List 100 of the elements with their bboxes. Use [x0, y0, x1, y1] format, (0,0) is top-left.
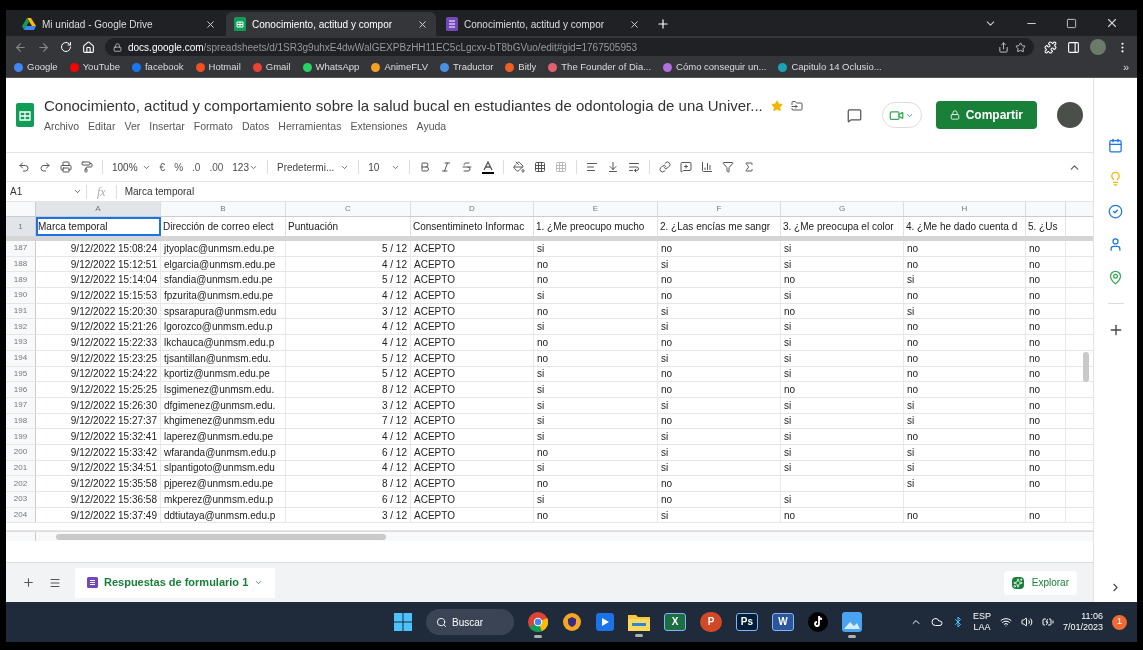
explore-button[interactable]: Explorar — [1003, 570, 1077, 595]
percent-button[interactable]: % — [174, 159, 184, 175]
star-icon[interactable] — [770, 100, 783, 113]
link-icon[interactable] — [659, 161, 672, 173]
app-tile-icon[interactable]: X — [663, 612, 686, 631]
search-field[interactable]: Buscar — [425, 609, 514, 635]
forward-icon[interactable] — [37, 40, 50, 54]
comment-icon[interactable] — [680, 161, 693, 173]
bookmark-link[interactable]: Gmail — [252, 60, 291, 75]
vertical-align-icon[interactable] — [607, 161, 620, 173]
name-box[interactable]: A1 — [6, 184, 86, 199]
bookmark-link[interactable]: Traductor — [440, 60, 494, 75]
volume-icon[interactable] — [1020, 616, 1033, 628]
menu-item[interactable]: Extensiones — [350, 119, 408, 136]
strikethrough-icon[interactable] — [461, 161, 474, 173]
zoom-dropdown[interactable]: 100% — [112, 159, 151, 175]
start-icon[interactable] — [393, 613, 412, 631]
app-round-icon[interactable]: P — [699, 611, 722, 632]
font-size-dropdown[interactable]: 10 — [368, 159, 401, 175]
decrease-decimals-button[interactable]: .0 — [192, 159, 201, 175]
extensions-icon[interactable] — [1044, 40, 1057, 54]
print-icon[interactable] — [60, 161, 72, 173]
share-button[interactable]: Compartir — [935, 101, 1037, 129]
more-bookmarks-button[interactable]: » — [1122, 59, 1129, 76]
bookmark-link[interactable]: Bitly — [505, 60, 537, 75]
reload-icon[interactable] — [60, 41, 72, 53]
address-field[interactable]: docs.google.com/spreadsheets/d/1SR3g9uhxE4dwWalGEXPBzHH11EC5cLgcxv-bT8bGVuo/edit#gid=1767505953 — [105, 38, 1034, 56]
add-sheet-icon[interactable] — [22, 576, 35, 589]
font-dropdown[interactable]: Predetermi... — [277, 159, 350, 175]
bold-icon[interactable] — [419, 161, 432, 173]
wifi-icon[interactable] — [999, 616, 1012, 628]
fill-color-icon[interactable] — [513, 161, 526, 173]
menu-item[interactable]: Archivo — [44, 119, 79, 136]
format-dropdown[interactable]: 123 — [232, 159, 258, 175]
move-icon[interactable] — [790, 100, 803, 113]
filter-icon[interactable] — [722, 161, 735, 173]
functions-icon[interactable] — [743, 161, 756, 173]
merge-cells-icon[interactable] — [555, 161, 568, 173]
new-tab-icon[interactable] — [656, 17, 670, 31]
close-icon[interactable] — [205, 18, 216, 30]
close-icon[interactable] — [629, 18, 640, 30]
sheets-logo-icon[interactable] — [16, 103, 34, 127]
bookmark-link[interactable]: AnimeFLV — [371, 60, 429, 75]
menu-item[interactable]: Ayuda — [416, 119, 447, 136]
bookmark-link[interactable]: Cómo conseguir un... — [663, 60, 767, 75]
app-tile-icon[interactable]: Ps — [735, 612, 758, 631]
wrap-icon[interactable] — [628, 161, 641, 173]
side-panel-icon[interactable] — [1067, 40, 1080, 54]
sheet-tab[interactable]: Respuestas de formulario 1 — [75, 567, 276, 598]
bookmark-link[interactable]: YouTube — [69, 60, 120, 75]
map-pin-icon[interactable] — [1108, 270, 1123, 285]
column-header[interactable]: F — [658, 202, 781, 216]
chart-icon[interactable] — [701, 161, 714, 173]
vertical-scrollbar[interactable] — [1083, 352, 1089, 382]
italic-icon[interactable] — [440, 161, 453, 173]
bookmark-link[interactable]: facebook — [132, 60, 184, 75]
align-icon[interactable] — [586, 161, 599, 173]
tasks-icon[interactable] — [1108, 204, 1123, 219]
menu-item[interactable]: Formato — [193, 119, 233, 136]
menu-item[interactable]: Insertar — [149, 119, 185, 136]
browser-tab[interactable]: Conocimiento, actitud y compor — [438, 12, 648, 36]
bookmark-link[interactable]: WhatsApp — [302, 60, 360, 75]
column-header[interactable]: E — [534, 202, 658, 216]
horizontal-scrollbar[interactable] — [56, 534, 386, 541]
text-color-icon[interactable] — [482, 160, 495, 174]
menu-item[interactable]: Herramientas — [278, 119, 342, 136]
battery-icon[interactable] — [1041, 616, 1054, 628]
bookmark-link[interactable]: Google — [14, 60, 58, 75]
column-header[interactable]: A — [36, 202, 161, 216]
document-title[interactable]: Conocimiento, actitud y comportamiento sobre la salud bucal en estudiantes de odontologia de una Univer... — [44, 94, 763, 118]
all-sheets-icon[interactable] — [49, 576, 61, 589]
cloud-icon[interactable] — [930, 616, 943, 628]
folder-icon[interactable] — [627, 612, 650, 631]
play-icon[interactable] — [595, 612, 614, 631]
bookmark-link[interactable]: Capitulo 14 Oclusio... — [778, 60, 882, 75]
avatar[interactable] — [1057, 102, 1083, 128]
language-indicator[interactable]: ESP LAA — [972, 611, 991, 633]
clock[interactable]: 11:06 7/01/2023 — [1062, 611, 1103, 633]
picture-icon[interactable] — [841, 611, 862, 632]
browser-tab[interactable]: Conocimiento, actitud y compor — [226, 12, 436, 36]
borders-icon[interactable] — [534, 161, 547, 173]
comments-icon[interactable] — [846, 107, 862, 123]
redo-icon[interactable] — [39, 161, 51, 173]
bookmark-link[interactable]: The Founder of Dia... — [548, 60, 652, 75]
menu-item[interactable]: Datos — [241, 119, 270, 136]
column-header[interactable]: B — [161, 202, 286, 216]
app-tile-icon[interactable]: W — [771, 612, 794, 631]
increase-decimals-button[interactable]: .00 — [209, 159, 224, 175]
currency-button[interactable]: € — [159, 159, 166, 175]
shield-icon[interactable] — [561, 611, 582, 632]
music-note-icon[interactable] — [807, 611, 828, 632]
undo-icon[interactable] — [18, 161, 30, 173]
home-icon[interactable] — [82, 40, 95, 54]
paint-format-icon[interactable] — [81, 161, 93, 173]
formula-field[interactable]: Marca temporal — [116, 184, 1093, 199]
browser-tab[interactable]: Mi unidad - Google Drive — [14, 12, 224, 36]
restore-icon[interactable] — [1066, 17, 1077, 29]
browser-icon[interactable] — [527, 611, 548, 632]
menu-item[interactable]: Editar — [88, 119, 116, 136]
menu-item[interactable]: Ver — [124, 119, 141, 136]
